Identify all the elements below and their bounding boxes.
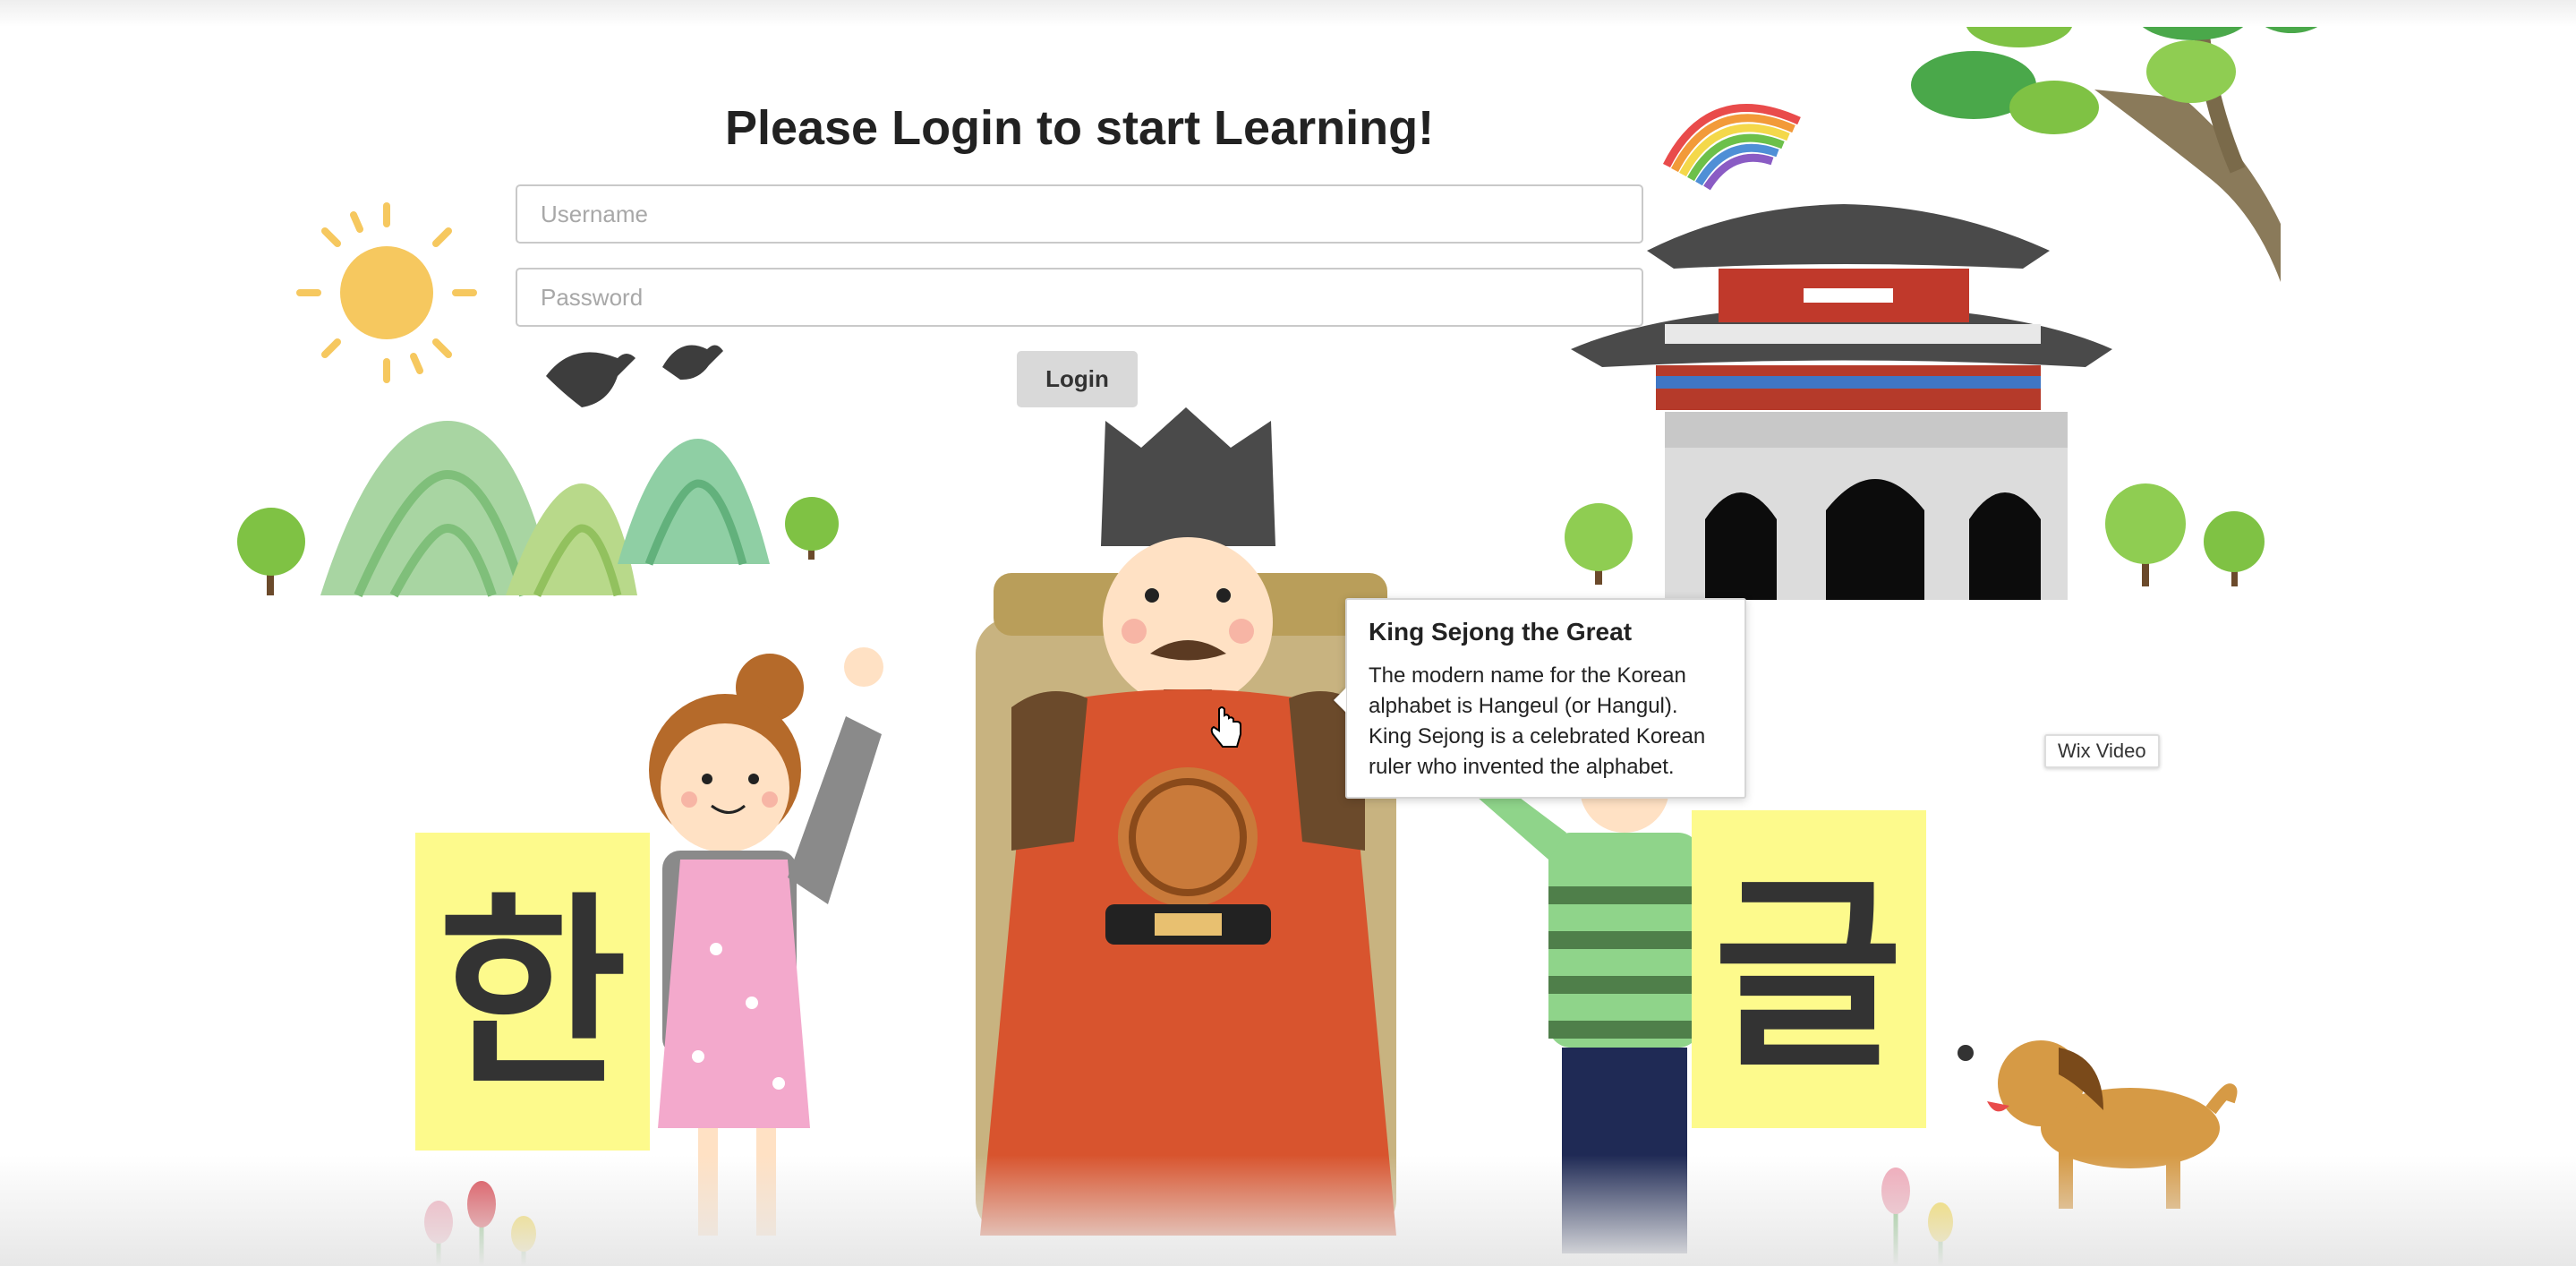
king-sejong-tooltip: King Sejong the Great The modern name fo… xyxy=(1334,598,1746,799)
girl-illustration xyxy=(649,647,883,1236)
svg-text:한: 한 xyxy=(438,876,627,1115)
password-input[interactable] xyxy=(516,268,1643,327)
svg-text:글: 글 xyxy=(1713,858,1903,1097)
username-input[interactable] xyxy=(516,184,1643,244)
palace-illustration xyxy=(1571,204,2112,600)
tooltip-body: The modern name for the Korean alphabet … xyxy=(1369,663,1706,779)
hills-illustration xyxy=(320,421,770,598)
top-fade xyxy=(0,0,2576,27)
hangul-sign-right: 글 xyxy=(1692,810,1926,1128)
bottom-fade xyxy=(0,1155,2576,1266)
wix-video-badge[interactable]: Wix Video xyxy=(2044,734,2160,768)
login-button[interactable]: Login xyxy=(1017,351,1138,407)
tooltip-arrow xyxy=(1334,688,1346,713)
tooltip-title: King Sejong the Great xyxy=(1369,618,1633,646)
login-title: Please Login to start Learning! xyxy=(724,101,1435,155)
king-sejong-illustration xyxy=(976,407,1396,1236)
sun-icon xyxy=(296,202,477,383)
bird-icon xyxy=(546,345,723,407)
hangul-sign-left: 한 xyxy=(415,833,650,1151)
